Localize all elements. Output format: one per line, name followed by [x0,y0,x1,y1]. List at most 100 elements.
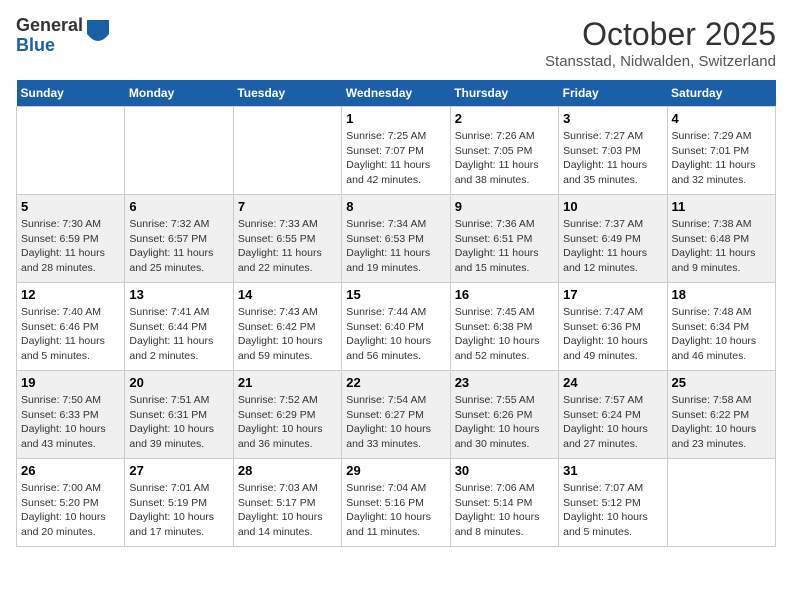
calendar-cell: 2 Sunrise: 7:26 AMSunset: 7:05 PMDaylight… [450,107,558,195]
day-number: 10 [563,199,662,214]
calendar-cell: 23 Sunrise: 7:55 AMSunset: 6:26 PMDayligh… [450,371,558,459]
calendar-cell: 6 Sunrise: 7:32 AMSunset: 6:57 PMDaylight… [125,195,233,283]
day-number: 23 [455,375,554,390]
day-info: Sunrise: 7:38 AMSunset: 6:48 PMDaylight:… [672,217,771,276]
calendar-cell: 3 Sunrise: 7:27 AMSunset: 7:03 PMDaylight… [559,107,667,195]
calendar-cell: 22Sunrise: 7:54 AMSunset: 6:27 PMDayligh… [342,371,450,459]
weekday-header-row: SundayMondayTuesdayWednesdayThursdayFrid… [17,80,776,107]
day-number: 3 [563,111,662,126]
calendar-cell: 10 Sunrise: 7:37 AMSunset: 6:49 PMDayligh… [559,195,667,283]
day-number: 1 [346,111,445,126]
day-info: Sunrise: 7:37 AMSunset: 6:49 PMDaylight:… [563,217,662,276]
day-number: 13 [129,287,228,302]
calendar-week-row: 26Sunrise: 7:00 AMSunset: 5:20 PMDayligh… [17,459,776,547]
day-number: 14 [238,287,337,302]
calendar-cell [17,107,125,195]
day-info: Sunrise: 7:32 AMSunset: 6:57 PMDaylight:… [129,217,228,276]
day-info: Sunrise: 7:43 AMSunset: 6:42 PMDaylight:… [238,305,337,364]
day-info: Sunrise: 7:01 AMSunset: 5:19 PMDaylight:… [129,481,228,540]
day-info: Sunrise: 7:26 AMSunset: 7:05 PMDaylight:… [455,129,554,188]
day-info: Sunrise: 7:44 AMSunset: 6:40 PMDaylight:… [346,305,445,364]
weekday-header: Wednesday [342,80,450,107]
calendar-cell: 21Sunrise: 7:52 AMSunset: 6:29 PMDayligh… [233,371,341,459]
calendar-cell: 12 Sunrise: 7:40 AMSunset: 6:46 PMDayligh… [17,283,125,371]
day-info: Sunrise: 7:27 AMSunset: 7:03 PMDaylight:… [563,129,662,188]
calendar-cell: 14 Sunrise: 7:43 AMSunset: 6:42 PMDayligh… [233,283,341,371]
day-info: Sunrise: 7:07 AMSunset: 5:12 PMDaylight:… [563,481,662,540]
day-number: 9 [455,199,554,214]
day-info: Sunrise: 7:57 AMSunset: 6:24 PMDaylight:… [563,393,662,452]
day-number: 4 [672,111,771,126]
day-info: Sunrise: 7:45 AMSunset: 6:38 PMDaylight:… [455,305,554,364]
logo-blue: Blue [16,36,83,56]
day-number: 2 [455,111,554,126]
weekday-header: Saturday [667,80,775,107]
calendar-cell: 8 Sunrise: 7:34 AMSunset: 6:53 PMDaylight… [342,195,450,283]
day-info: Sunrise: 7:50 AMSunset: 6:33 PMDaylight:… [21,393,120,452]
day-number: 17 [563,287,662,302]
weekday-header: Monday [125,80,233,107]
calendar-cell: 11 Sunrise: 7:38 AMSunset: 6:48 PMDayligh… [667,195,775,283]
calendar-cell: 17 Sunrise: 7:47 AMSunset: 6:36 PMDayligh… [559,283,667,371]
day-number: 16 [455,287,554,302]
day-number: 24 [563,375,662,390]
day-number: 30 [455,463,554,478]
day-number: 28 [238,463,337,478]
title-block: October 2025 Stansstad, Nidwalden, Switz… [545,16,776,70]
day-number: 8 [346,199,445,214]
day-number: 26 [21,463,120,478]
calendar-cell: 20 Sunrise: 7:51 AMSunset: 6:31 PMDayligh… [125,371,233,459]
day-number: 6 [129,199,228,214]
day-info: Sunrise: 7:06 AMSunset: 5:14 PMDaylight:… [455,481,554,540]
calendar-cell: 27Sunrise: 7:01 AMSunset: 5:19 PMDayligh… [125,459,233,547]
day-info: Sunrise: 7:40 AMSunset: 6:46 PMDaylight:… [21,305,120,364]
day-info: Sunrise: 7:48 AMSunset: 6:34 PMDaylight:… [672,305,771,364]
day-number: 11 [672,199,771,214]
day-info: Sunrise: 7:47 AMSunset: 6:36 PMDaylight:… [563,305,662,364]
month-title: October 2025 [545,16,776,53]
day-info: Sunrise: 7:34 AMSunset: 6:53 PMDaylight:… [346,217,445,276]
day-info: Sunrise: 7:33 AMSunset: 6:55 PMDaylight:… [238,217,337,276]
day-number: 19 [21,375,120,390]
weekday-header: Tuesday [233,80,341,107]
calendar-cell: 31Sunrise: 7:07 AMSunset: 5:12 PMDayligh… [559,459,667,547]
day-info: Sunrise: 7:25 AMSunset: 7:07 PMDaylight:… [346,129,445,188]
calendar-cell [667,459,775,547]
day-info: Sunrise: 7:04 AMSunset: 5:16 PMDaylight:… [346,481,445,540]
calendar-week-row: 19 Sunrise: 7:50 AMSunset: 6:33 PMDayligh… [17,371,776,459]
day-info: Sunrise: 7:03 AMSunset: 5:17 PMDaylight:… [238,481,337,540]
calendar-week-row: 1 Sunrise: 7:25 AMSunset: 7:07 PMDaylight… [17,107,776,195]
calendar-cell: 4Sunrise: 7:29 AMSunset: 7:01 PMDaylight… [667,107,775,195]
day-info: Sunrise: 7:55 AMSunset: 6:26 PMDaylight:… [455,393,554,452]
calendar-cell: 9Sunrise: 7:36 AMSunset: 6:51 PMDaylight… [450,195,558,283]
calendar-cell [233,107,341,195]
calendar-cell: 13 Sunrise: 7:41 AMSunset: 6:44 PMDayligh… [125,283,233,371]
calendar-table: SundayMondayTuesdayWednesdayThursdayFrid… [16,80,776,547]
day-info: Sunrise: 7:52 AMSunset: 6:29 PMDaylight:… [238,393,337,452]
day-info: Sunrise: 7:54 AMSunset: 6:27 PMDaylight:… [346,393,445,452]
weekday-header: Thursday [450,80,558,107]
calendar-week-row: 12 Sunrise: 7:40 AMSunset: 6:46 PMDayligh… [17,283,776,371]
calendar-cell: 15Sunrise: 7:44 AMSunset: 6:40 PMDayligh… [342,283,450,371]
calendar-cell: 29 Sunrise: 7:04 AMSunset: 5:16 PMDayligh… [342,459,450,547]
calendar-cell: 1 Sunrise: 7:25 AMSunset: 7:07 PMDaylight… [342,107,450,195]
weekday-header: Friday [559,80,667,107]
calendar-cell: 7 Sunrise: 7:33 AMSunset: 6:55 PMDaylight… [233,195,341,283]
weekday-header: Sunday [17,80,125,107]
day-info: Sunrise: 7:41 AMSunset: 6:44 PMDaylight:… [129,305,228,364]
calendar-cell: 5Sunrise: 7:30 AMSunset: 6:59 PMDaylight… [17,195,125,283]
day-number: 18 [672,287,771,302]
logo: General Blue [16,16,109,56]
day-number: 20 [129,375,228,390]
calendar-cell: 19 Sunrise: 7:50 AMSunset: 6:33 PMDayligh… [17,371,125,459]
day-number: 25 [672,375,771,390]
day-info: Sunrise: 7:51 AMSunset: 6:31 PMDaylight:… [129,393,228,452]
day-number: 12 [21,287,120,302]
calendar-cell: 30 Sunrise: 7:06 AMSunset: 5:14 PMDayligh… [450,459,558,547]
day-number: 5 [21,199,120,214]
logo-icon [87,20,109,48]
day-number: 7 [238,199,337,214]
day-number: 29 [346,463,445,478]
calendar-cell [125,107,233,195]
calendar-cell: 28 Sunrise: 7:03 AMSunset: 5:17 PMDayligh… [233,459,341,547]
